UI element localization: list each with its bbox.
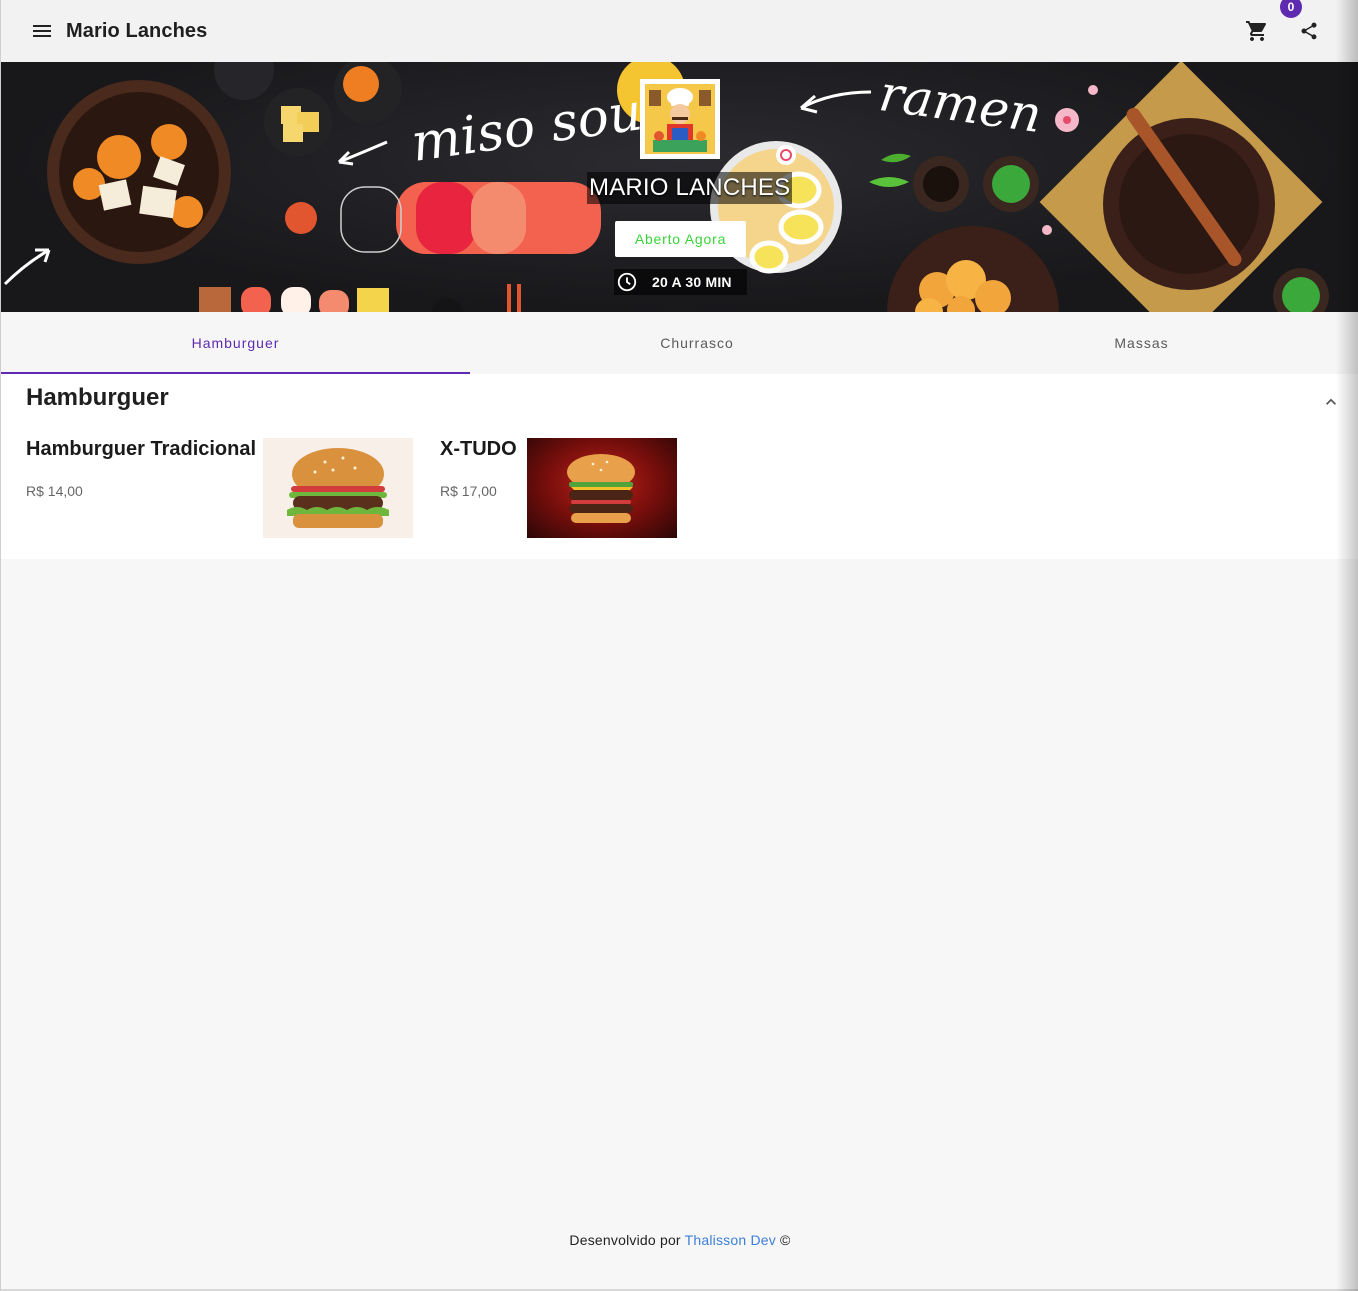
product-image-x-tudo[interactable] <box>527 438 677 538</box>
tab-hamburguer[interactable]: Hamburguer <box>1 312 470 374</box>
menu-icon <box>33 25 51 37</box>
menu-button[interactable] <box>22 11 62 51</box>
product-image-hamburguer-tradicional[interactable] <box>263 438 413 538</box>
share-icon <box>1301 22 1317 40</box>
cart-button[interactable] <box>1237 11 1277 51</box>
category-section: Hamburguer Hamburguer Tradicional R$ 14,… <box>1 374 1358 559</box>
open-status-badge: Aberto Agora <box>615 221 746 257</box>
tab-massas[interactable]: Massas <box>924 312 1358 374</box>
category-title: Hamburguer <box>26 384 169 411</box>
product-name: X-TUDO <box>440 438 517 460</box>
chef-mascot-image <box>645 84 715 154</box>
chevron-up-icon <box>1326 398 1336 405</box>
product-name: Hamburguer Tradicional <box>26 438 257 460</box>
app-title: Mario Lanches <box>66 19 208 42</box>
share-button[interactable] <box>1289 11 1329 51</box>
tab-churrasco[interactable]: Churrasco <box>470 312 924 374</box>
banner-text-ramen: ramen <box>876 64 1045 144</box>
cart-icon <box>1246 21 1267 41</box>
store-name: MARIO LANCHES <box>587 172 793 204</box>
delivery-time: 20 A 30 MIN <box>614 269 747 295</box>
footer-prefix: Desenvolvido por <box>569 1232 681 1248</box>
developer-link[interactable]: Thalisson Dev <box>685 1232 776 1248</box>
product-card-x-tudo[interactable]: X-TUDO R$ 17,00 <box>440 438 517 499</box>
store-banner: miso soup ramen MARIO LANCHES Aberto Ago… <box>1 62 1358 312</box>
product-card-hamburguer-tradicional[interactable]: Hamburguer Tradicional R$ 14,00 <box>26 438 256 499</box>
clock-icon <box>615 270 639 294</box>
collapse-button[interactable] <box>1319 390 1343 414</box>
category-tabs: Hamburguer Churrasco Massas <box>1 312 1358 374</box>
footer: Desenvolvido por Thalisson Dev © <box>1 1232 1358 1248</box>
store-logo <box>640 79 720 159</box>
footer-copyright: © <box>780 1232 791 1248</box>
product-price: R$ 14,00 <box>26 483 83 499</box>
delivery-time-label: 20 A 30 MIN <box>652 274 732 290</box>
banner-text-miso: miso soup <box>408 78 679 174</box>
app-bar: Mario Lanches 0 <box>1 0 1358 62</box>
product-price: R$ 17,00 <box>440 483 497 499</box>
